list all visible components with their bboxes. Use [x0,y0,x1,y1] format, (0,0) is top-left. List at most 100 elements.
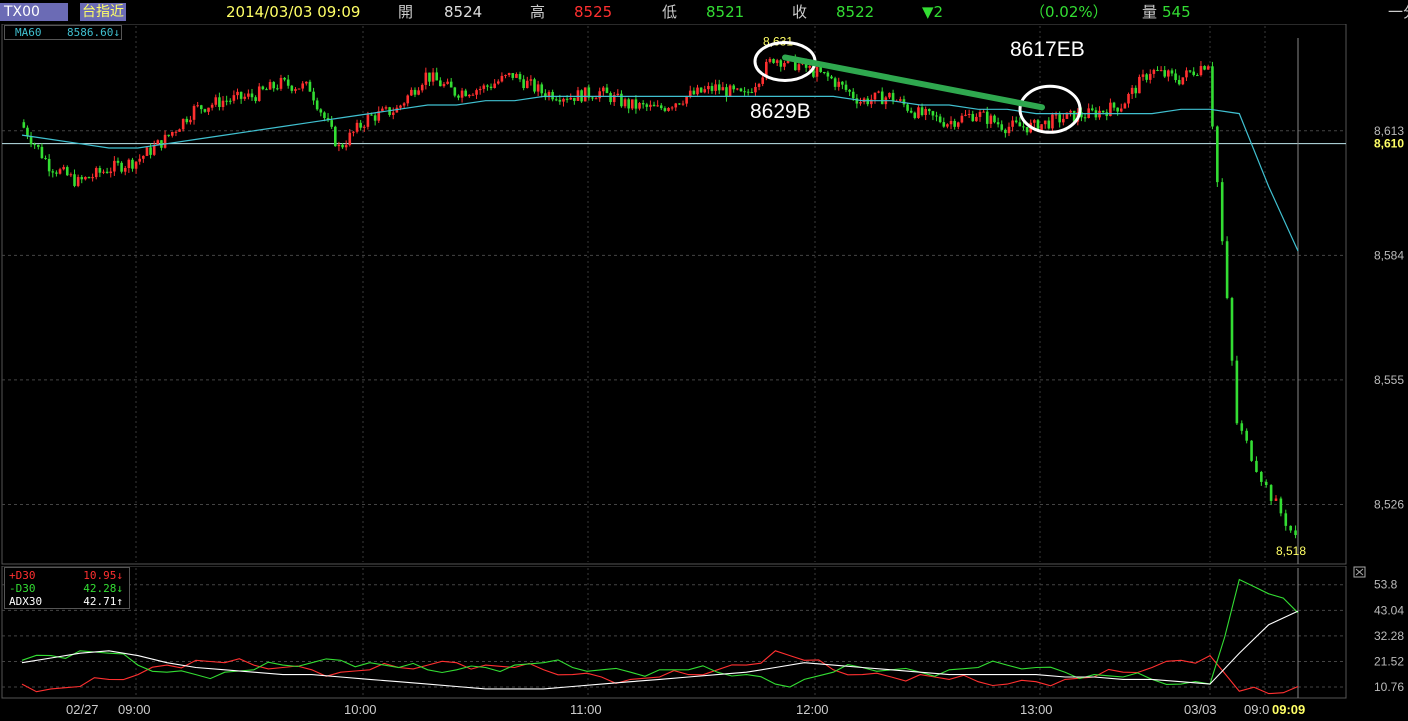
candle-body [232,95,236,101]
candle-body [482,85,486,89]
candle-body [696,87,699,95]
candle-body [565,98,569,100]
candle-body [464,90,467,97]
candle-body [283,77,286,80]
candle-body [312,91,315,101]
candle-body [841,81,844,85]
adx-value: 42.71↑ [83,595,123,608]
candle [145,145,149,157]
candle-body [127,159,131,168]
plus-di-value: 10.95↓ [83,569,123,582]
candle-body [1185,70,1188,78]
candle-body [902,99,906,105]
candle-body [993,115,996,123]
candle-body [109,171,113,174]
candle-body [1043,120,1047,125]
candle-body [707,86,710,90]
candle-body [163,134,167,148]
candle-body [649,104,652,107]
candle-body [830,76,833,79]
candle [333,125,337,147]
candle-body [1235,360,1239,424]
price-chart[interactable]: 8,6138,6108,5848,5558,526 8,6318629B8617… [0,24,1408,590]
candle-body [98,168,102,173]
candle-body [26,127,29,137]
candle-body [989,115,993,124]
candle-body [855,98,859,104]
candle-body [181,118,185,130]
candle-body [623,99,627,107]
candle-body [493,83,496,88]
candle-body [134,161,138,169]
candle-body [891,92,895,102]
candle-body [1192,71,1196,76]
candle-body [152,145,156,155]
low-value: 8521 [706,3,745,21]
candle-body [250,93,254,98]
candle-body [1203,66,1206,70]
candle-body [113,160,116,172]
indicator-axis-label: 21.52 [1374,654,1404,668]
candle-body [486,85,489,87]
candle-body [355,122,359,132]
candle-body [808,65,812,68]
symbol-field[interactable]: TX00 [0,3,68,21]
candle-body [1101,110,1105,113]
candle [1225,236,1229,300]
candle-body [344,145,348,148]
quote-header: TX00 台指近 2014/03/03 09:09 開 8524 高 8525 … [0,0,1408,24]
quote-datetime: 2014/03/03 09:09 [226,3,361,21]
candle-body [848,89,851,92]
candle-body [837,81,841,87]
candle-body [1269,485,1273,501]
candle-body [1148,73,1152,80]
candle-body [1159,70,1163,72]
candle [1235,355,1239,425]
candle-body [1014,120,1018,123]
candle-body [341,144,344,148]
candle-body [971,113,975,122]
candle-body [286,79,290,86]
change-value: ▼2 [922,3,944,21]
candle-body [931,111,935,116]
candle-body [391,112,395,115]
candle-body [779,60,783,67]
candle-body [725,87,728,97]
candle-body [638,103,641,109]
candle-body [446,81,449,84]
candle-body [1206,66,1210,70]
candle-body [953,120,956,127]
candle-body [239,91,243,99]
candle-body [920,107,924,116]
candle-body [1225,241,1229,299]
candle-body [1196,75,1199,77]
candle-body [1018,122,1022,127]
candle-body [362,126,366,128]
candle-body [558,99,562,102]
close-icon[interactable] [1353,566,1366,578]
candle-body [1220,182,1224,242]
candle [728,84,732,97]
candle-body [982,111,985,113]
candle [1138,74,1141,94]
candle-body [1007,126,1011,134]
candle [1181,77,1185,86]
time-axis-label: 03/03 [1184,702,1217,717]
candle-body [91,177,94,179]
candle-body [1279,498,1283,514]
candle-body [218,97,221,108]
candle [297,88,301,90]
candle-body [573,97,576,101]
candle-body [330,120,333,127]
time-axis-label: 11:00 [570,702,602,717]
candle [1250,440,1253,462]
candle-body [1022,126,1025,128]
candle-body [507,73,511,76]
candle-body [1250,440,1253,461]
candle [583,87,587,102]
candle-body [225,100,228,102]
candle-body [192,106,196,120]
dmi-chart[interactable]: 53.8 43.04 32.28 21.52 10.76 02/27 09:00 10:00… [0,566,1408,721]
candle-body [630,99,634,109]
ma-legend-value: 8586.60↓ [67,26,120,39]
